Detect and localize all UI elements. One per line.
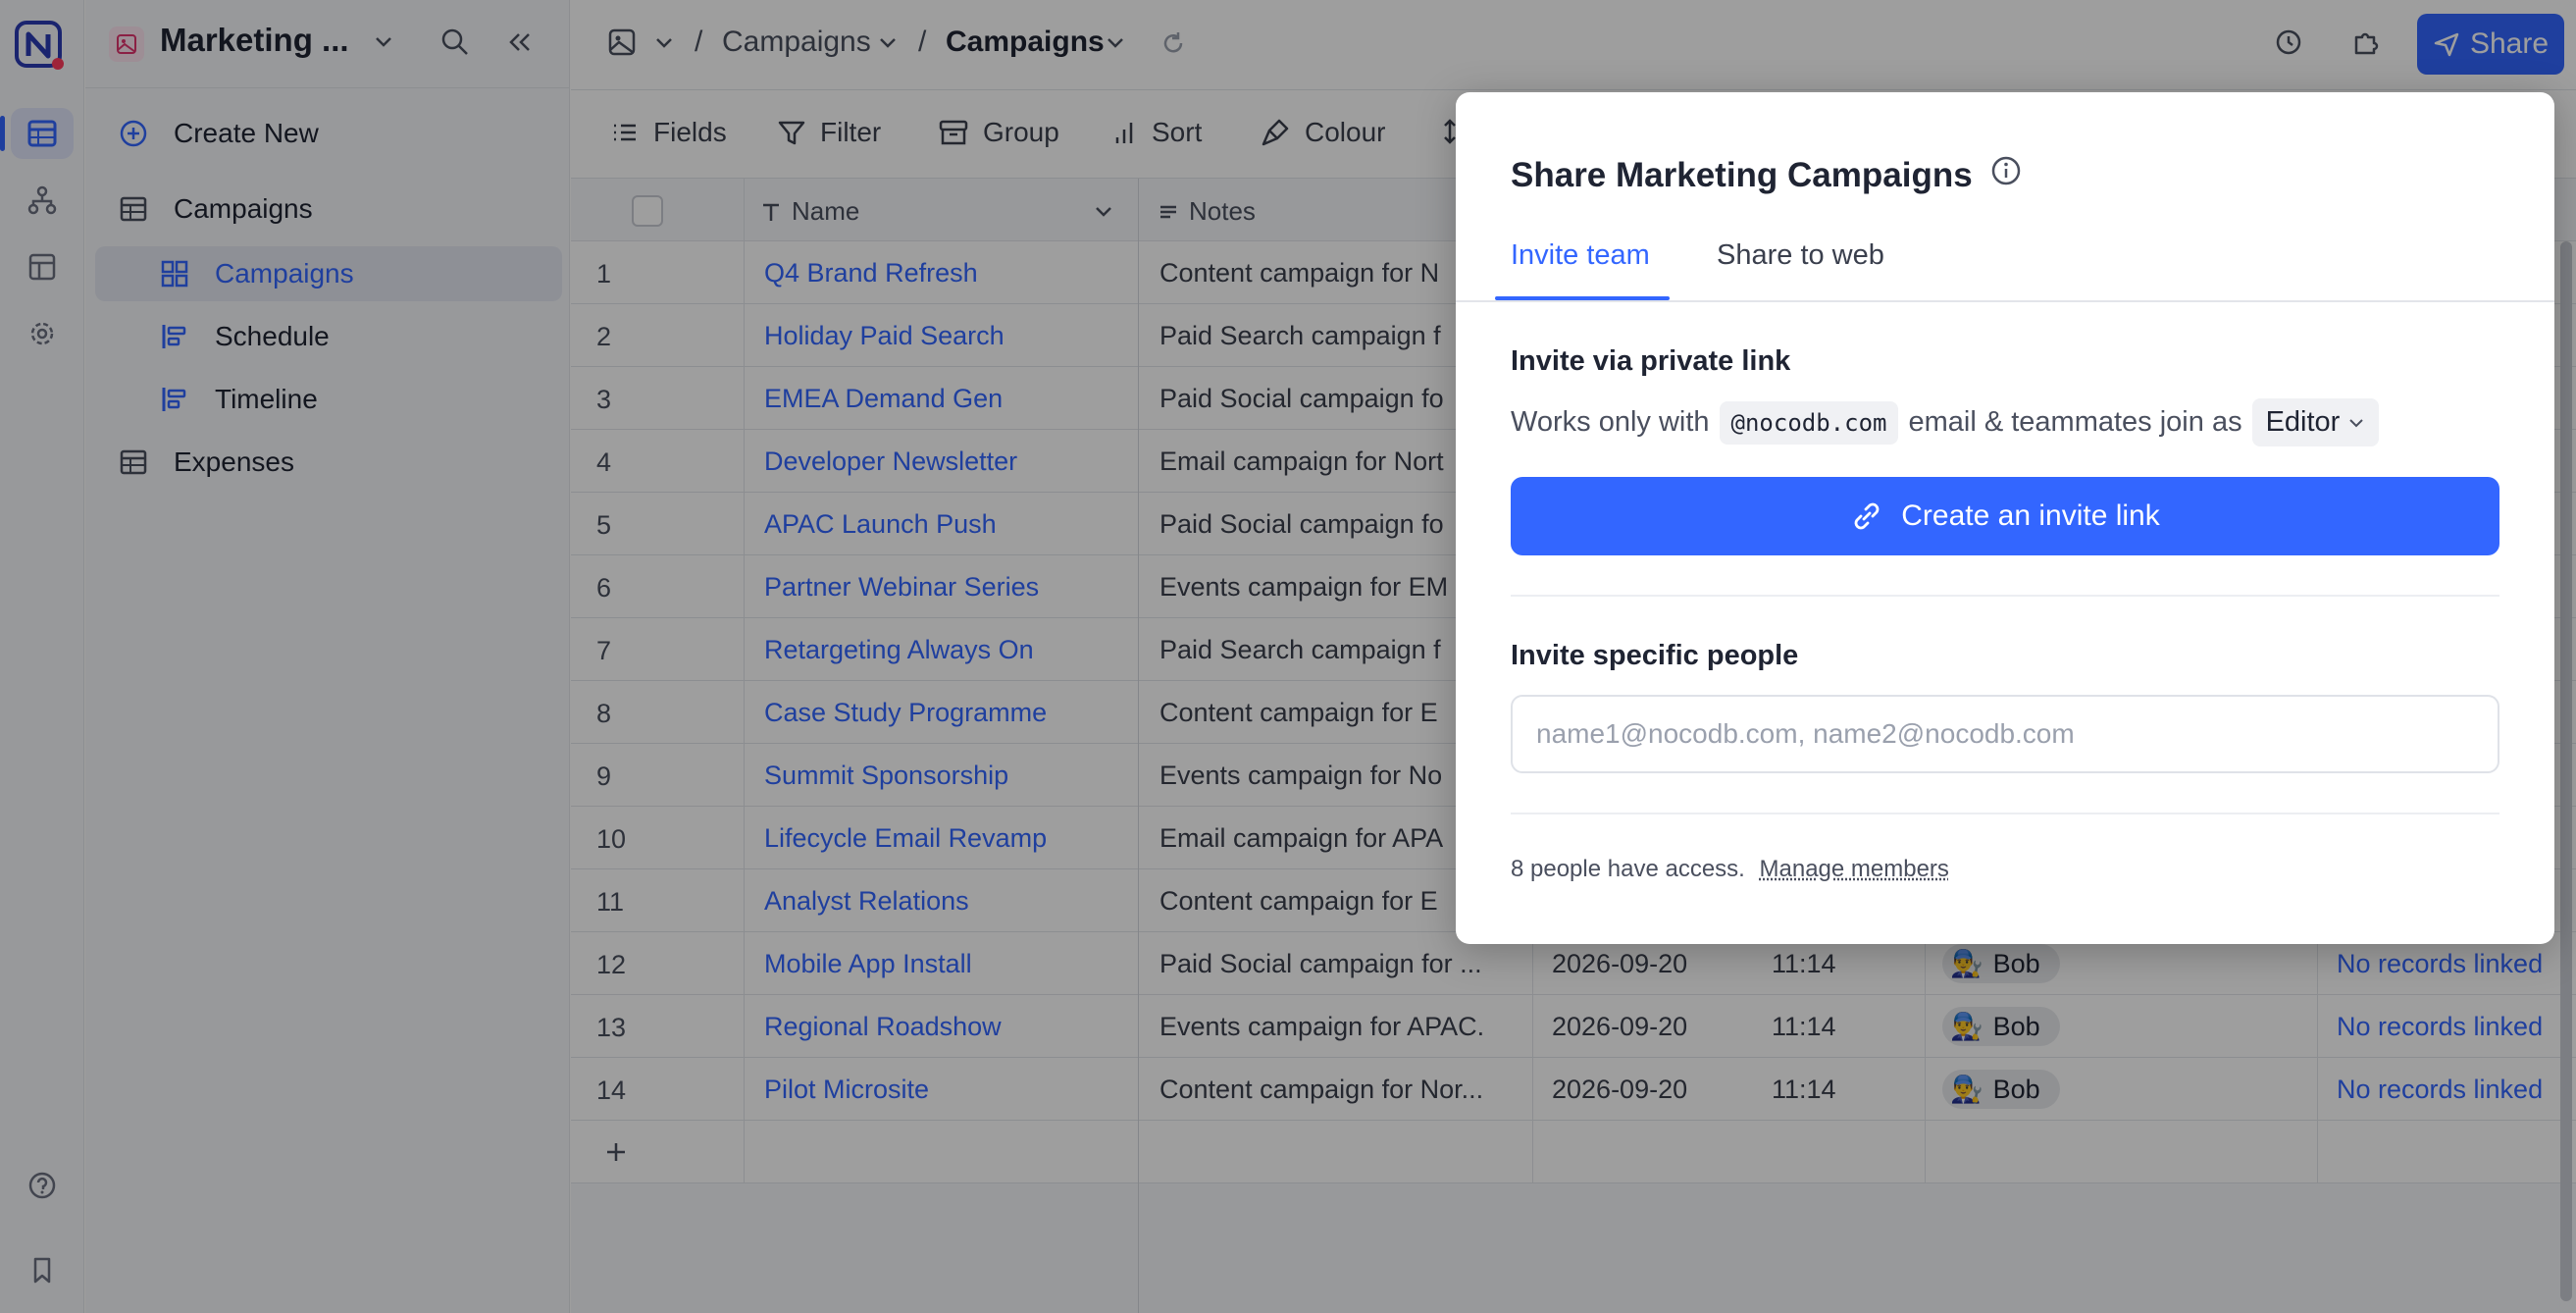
access-count-text: 8 people have access.	[1511, 856, 1745, 882]
access-summary: 8 people have access. Manage members	[1511, 856, 1949, 883]
invite-emails-input[interactable]	[1511, 695, 2499, 773]
tab-share-to-web[interactable]: Share to web	[1717, 239, 1884, 272]
join-as-text: email & teammates join as	[1908, 406, 2242, 438]
modal-title-text: Share Marketing Campaigns	[1511, 155, 1973, 194]
works-only-text: Works only with	[1511, 406, 1710, 438]
link-icon	[1854, 502, 1880, 530]
tab-invite-team[interactable]: Invite team	[1511, 239, 1650, 272]
specific-people-heading: Invite specific people	[1511, 640, 1799, 671]
manage-members-link[interactable]: Manage members	[1760, 856, 1949, 882]
role-select[interactable]: Editor	[2251, 398, 2380, 446]
tab-divider	[1456, 300, 2554, 302]
private-link-heading: Invite via private link	[1511, 345, 1791, 377]
section-divider	[1511, 595, 2499, 597]
info-icon[interactable]	[1990, 155, 2022, 195]
create-invite-link-button[interactable]: Create an invite link	[1511, 477, 2499, 555]
share-modal: Share Marketing Campaigns Invite team Sh…	[1456, 92, 2554, 944]
section-divider	[1511, 813, 2499, 814]
modal-title: Share Marketing Campaigns	[1511, 155, 2022, 195]
create-invite-link-label: Create an invite link	[1901, 499, 2160, 532]
private-link-description: Works only with @nocodb.com email & team…	[1511, 398, 2380, 446]
domain-badge: @nocodb.com	[1719, 400, 1899, 445]
role-value: Editor	[2265, 406, 2341, 438]
app-root: Marketing ... Create New Campaigns Campa…	[0, 0, 2576, 1313]
chevron-down-icon	[2349, 418, 2364, 427]
